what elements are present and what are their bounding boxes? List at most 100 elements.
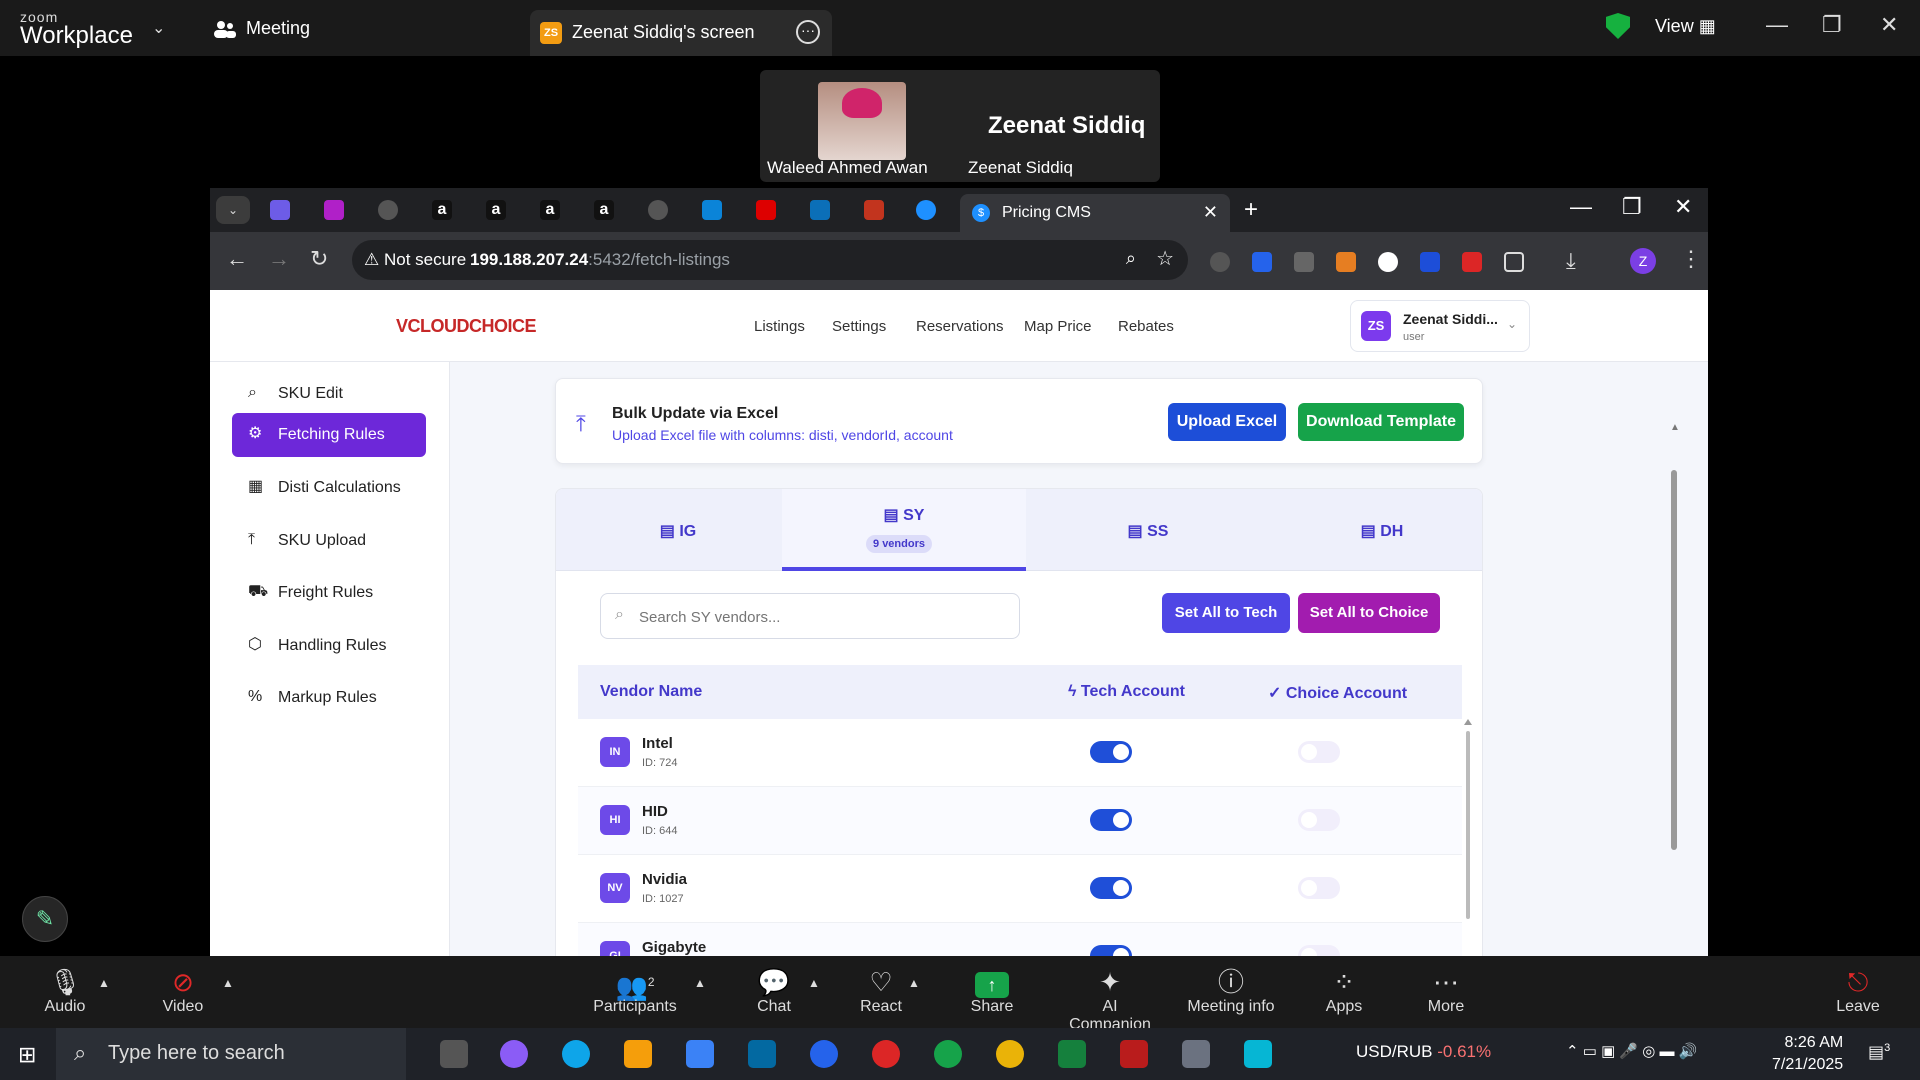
chrome-icon[interactable] — [996, 1040, 1024, 1068]
bookmark-star-icon[interactable]: ☆ — [1156, 246, 1174, 271]
clock[interactable]: 8:26 AM 7/21/2025 — [1772, 1032, 1843, 1076]
user-menu[interactable]: ZS Zeenat Siddi... user ⌄ — [1350, 300, 1530, 352]
tab-favicon[interactable] — [756, 200, 776, 220]
extension-icon[interactable] — [1378, 252, 1398, 272]
nav-settings[interactable]: Settings — [832, 318, 886, 335]
close-icon[interactable]: ✕ — [1880, 12, 1898, 38]
view-menu[interactable]: View ▦ — [1655, 16, 1716, 37]
tab-favicon[interactable] — [378, 200, 398, 220]
sidebar-item-sku-edit[interactable]: ⌕ SKU Edit — [232, 372, 426, 416]
vendor-search[interactable]: ⌕ — [600, 593, 1020, 639]
reload-icon[interactable]: ↻ — [310, 246, 328, 272]
ai-companion-button[interactable]: ✦ AI Companion — [1060, 966, 1160, 1034]
zoom-app-icon[interactable] — [810, 1040, 838, 1068]
edge-icon[interactable] — [562, 1040, 590, 1068]
extension-icon[interactable] — [1210, 252, 1230, 272]
page-scrollbar[interactable]: ▲ — [1668, 422, 1680, 850]
close-tab-icon[interactable]: ✕ — [1203, 202, 1218, 223]
chevron-up-icon[interactable]: ▲ — [694, 976, 706, 990]
tab-favicon[interactable] — [864, 200, 884, 220]
video-button[interactable]: ⊘ Video — [158, 966, 208, 1016]
kebab-menu-icon[interactable]: ⋮ — [1680, 246, 1702, 272]
file-explorer-icon[interactable] — [624, 1040, 652, 1068]
url-text[interactable]: 199.188.207.24:5432/fetch-listings — [470, 250, 730, 270]
tab-favicon[interactable] — [702, 200, 722, 220]
choice-account-toggle[interactable] — [1298, 945, 1340, 956]
extension-icon[interactable] — [1336, 252, 1356, 272]
sidebar-item-freight-rules[interactable]: ⛟ Freight Rules — [232, 571, 426, 615]
calculator-icon[interactable] — [1182, 1040, 1210, 1068]
set-all-choice-button[interactable]: Set All to Choice — [1298, 593, 1440, 633]
restore-icon[interactable]: ❐ — [1822, 12, 1842, 38]
nav-listings[interactable]: Listings — [754, 318, 805, 335]
excel-icon[interactable] — [1058, 1040, 1086, 1068]
apps-button[interactable]: ⁘ Apps — [1322, 966, 1366, 1016]
choice-account-toggle[interactable] — [1298, 809, 1340, 831]
zoom-icon[interactable]: ⌕ — [1126, 248, 1136, 269]
sidebar-item-disti-calculations[interactable]: ▦ Disti Calculations — [232, 466, 426, 510]
tab-search-icon[interactable]: ⌄ — [216, 196, 250, 224]
annotate-pen-icon[interactable]: ✎ — [22, 896, 68, 942]
table-scrollbar[interactable] — [1464, 719, 1472, 919]
nav-map-price[interactable]: Map Price — [1024, 318, 1092, 335]
extension-icon[interactable] — [1294, 252, 1314, 272]
shield-check-icon[interactable] — [1606, 13, 1630, 39]
more-options-icon[interactable]: ··· — [796, 20, 820, 44]
chevron-up-icon[interactable]: ▲ — [908, 976, 920, 990]
meeting-menu[interactable]: Meeting — [214, 18, 310, 39]
tab-ss[interactable]: ▤ SS — [1026, 489, 1270, 571]
search-input[interactable] — [639, 604, 999, 630]
minimize-icon[interactable]: — — [1766, 12, 1788, 38]
share-screen-tab[interactable]: ZS Zeenat Siddiq's screen ··· — [530, 10, 832, 56]
profile-avatar[interactable]: Z — [1630, 248, 1656, 274]
windows-start-icon[interactable]: ⊞ — [18, 1042, 36, 1068]
sidebar-item-markup-rules[interactable]: % Markup Rules — [232, 676, 426, 720]
notification-icon[interactable]: ▤3 — [1868, 1042, 1890, 1063]
nav-rebates[interactable]: Rebates — [1118, 318, 1174, 335]
extension-icon[interactable] — [1462, 252, 1482, 272]
minimize-icon[interactable]: — — [1570, 194, 1592, 220]
tab-dh[interactable]: ▤ DH — [1260, 489, 1482, 571]
meeting-info-button[interactable]: ⓘ Meeting info — [1180, 966, 1282, 1016]
store-icon[interactable] — [686, 1040, 714, 1068]
system-tray-icons[interactable]: ⌃ ▭ ▣ 🎤 ◎ ▬ 🔊 — [1566, 1042, 1697, 1060]
extension-icon[interactable] — [1252, 252, 1272, 272]
forward-icon[interactable]: → — [268, 246, 290, 272]
tab-favicon[interactable] — [810, 200, 830, 220]
chevron-down-icon[interactable]: ⌄ — [152, 18, 165, 38]
taskbar-search[interactable]: ⌕ Type here to search — [56, 1028, 406, 1080]
chat-button[interactable]: 💬 Chat — [754, 966, 794, 1016]
filezilla-icon[interactable] — [1120, 1040, 1148, 1068]
chevron-up-icon[interactable]: ▲ — [808, 976, 820, 990]
chevron-up-icon[interactable]: ▲ — [98, 976, 110, 990]
new-tab-icon[interactable]: + — [1244, 196, 1258, 224]
tab-favicon[interactable] — [916, 200, 936, 220]
tab-favicon[interactable] — [270, 200, 290, 220]
choice-account-toggle[interactable] — [1298, 741, 1340, 763]
download-icon[interactable]: ⤓ — [1566, 248, 1576, 274]
upload-excel-button[interactable]: Upload Excel — [1168, 403, 1286, 441]
close-icon[interactable]: ✕ — [1674, 194, 1692, 220]
sidebar-item-sku-upload[interactable]: ⤒ SKU Upload — [232, 519, 426, 563]
leave-button[interactable]: ⎋ Leave — [1836, 966, 1880, 1016]
sidebar-item-fetching-rules[interactable]: ⚙ Fetching Rules — [232, 413, 426, 457]
share-button[interactable]: ↑ Share — [966, 966, 1018, 1016]
amazon-icon[interactable]: a — [594, 200, 614, 220]
tech-account-toggle[interactable] — [1090, 945, 1132, 956]
tab-favicon[interactable] — [324, 200, 344, 220]
sidebar-item-handling-rules[interactable]: ⬡ Handling Rules — [232, 624, 426, 668]
tech-account-toggle[interactable] — [1090, 809, 1132, 831]
cloudchoice-logo[interactable]: VCLOUDCHOICE — [396, 316, 537, 337]
not-secure-badge[interactable]: ⚠ Not secure — [364, 250, 466, 270]
choice-account-toggle[interactable] — [1298, 877, 1340, 899]
restore-icon[interactable]: ❐ — [1622, 194, 1642, 220]
address-bar[interactable]: ⚠ Not secure 199.188.207.24:5432/fetch-l… — [352, 240, 1188, 280]
amazon-icon[interactable]: a — [486, 200, 506, 220]
extension-icon[interactable] — [1420, 252, 1440, 272]
amazon-icon[interactable]: a — [540, 200, 560, 220]
chrome-icon[interactable] — [872, 1040, 900, 1068]
nav-reservations[interactable]: Reservations — [916, 318, 1004, 335]
participant-video[interactable] — [818, 82, 906, 160]
back-icon[interactable]: ← — [226, 246, 248, 272]
tab-ig[interactable]: ▤ IG — [556, 489, 800, 571]
